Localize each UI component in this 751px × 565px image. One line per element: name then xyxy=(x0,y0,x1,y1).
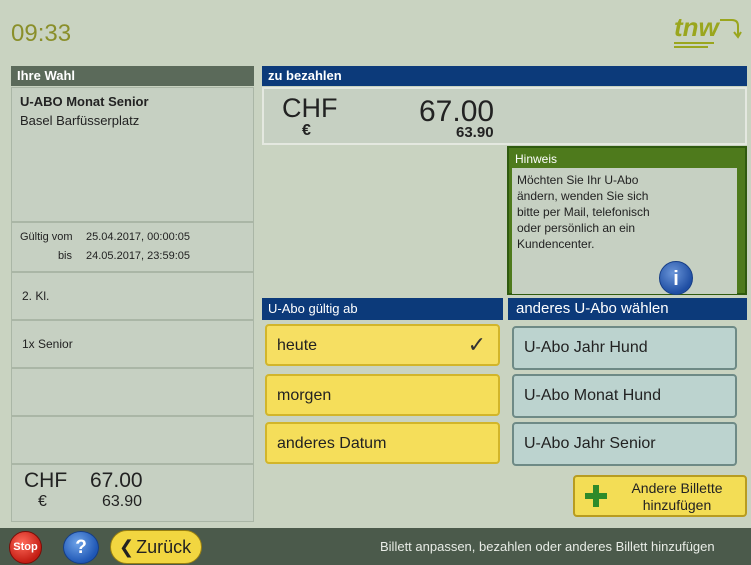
clock-time: 09:33 xyxy=(11,20,72,47)
chevron-left-icon: ❮ xyxy=(119,536,135,557)
total-eur-value: 63.90 xyxy=(102,493,143,510)
payment-chf-label: CHF xyxy=(282,93,338,123)
hint-body: Möchten Sie Ihr U-Abo ändern, wenden Sie… xyxy=(512,168,737,295)
svg-text:tnw: tnw xyxy=(674,12,721,42)
abo-jahr-hund-label: U-Abo Jahr Hund xyxy=(524,339,648,356)
valid-from-other-date-label: anderes Datum xyxy=(277,435,387,452)
valid-from-section-title: U-Abo gültig ab xyxy=(262,298,503,320)
hint-title: Hinweis xyxy=(515,152,558,166)
total-eur-label: € xyxy=(38,493,47,510)
total-chf-value: 67.00 xyxy=(90,469,143,492)
payment-title: zu bezahlen xyxy=(262,66,747,86)
payment-eur-value: 63.90 xyxy=(456,124,494,141)
valid-from-label: Gültig vom xyxy=(20,231,73,243)
valid-to-label: bis xyxy=(57,250,72,262)
selection-empty-row xyxy=(11,416,254,464)
abo-jahr-senior-button[interactable]: U-Abo Jahr Senior xyxy=(512,422,737,466)
valid-from-tomorrow-label: morgen xyxy=(277,387,332,404)
valid-from-value: 25.04.2017, 00:00:05 xyxy=(86,231,190,243)
valid-from-other-date-button[interactable]: anderes Datum xyxy=(265,422,500,464)
selection-passengers: 1x Senior xyxy=(11,320,254,368)
abo-jahr-senior-label: U-Abo Jahr Senior xyxy=(524,435,656,452)
back-button[interactable]: ❮ Zurück xyxy=(110,530,202,564)
help-button[interactable]: ? xyxy=(63,531,99,564)
selection-total: CHF 67.00 € 63.90 xyxy=(11,464,254,522)
add-other-tickets-label: Andere Billette hinzufügen xyxy=(631,480,723,513)
product-name: U-ABO Monat Senior xyxy=(20,94,149,109)
selection-class: 2. Kl. xyxy=(11,272,254,320)
bottom-bar: Stop ? ❮ Zurück Billett anpassen, bezahl… xyxy=(0,528,751,565)
header: 09:33 tnw xyxy=(0,0,751,62)
back-button-label: Zurück xyxy=(136,536,192,557)
valid-to-value: 24.05.2017, 23:59:05 xyxy=(86,250,190,262)
selection-product-box: U-ABO Monat Senior Basel Barfüsserplatz xyxy=(11,87,254,222)
valid-from-today-button[interactable]: heute ✓ xyxy=(265,324,500,366)
plus-icon xyxy=(585,485,607,507)
info-icon[interactable]: i xyxy=(659,261,693,295)
valid-from-today-label: heute xyxy=(277,337,318,354)
stop-button[interactable]: Stop xyxy=(9,531,42,564)
abo-monat-hund-button[interactable]: U-Abo Monat Hund xyxy=(512,374,737,418)
abo-monat-hund-label: U-Abo Monat Hund xyxy=(524,387,661,404)
check-icon: ✓ xyxy=(467,332,486,357)
tnw-logo: tnw xyxy=(674,12,742,48)
product-place: Basel Barfüsserplatz xyxy=(20,113,140,128)
payment-eur-label: € xyxy=(302,122,311,139)
total-chf-label: CHF xyxy=(24,469,68,492)
payment-amount-box: CHF € 67.00 63.90 xyxy=(262,87,747,145)
selection-empty-row xyxy=(11,368,254,416)
valid-from-tomorrow-button[interactable]: morgen xyxy=(265,374,500,416)
selection-validity-box: Gültig vom 25.04.2017, 00:00:05 bis 24.0… xyxy=(11,222,254,272)
hint-panel: Hinweis Möchten Sie Ihr U-Abo ändern, we… xyxy=(507,146,747,295)
selection-title: Ihre Wahl xyxy=(11,66,254,86)
abo-jahr-hund-button[interactable]: U-Abo Jahr Hund xyxy=(512,326,737,370)
other-abo-section-title: anderes U-Abo wählen xyxy=(508,298,747,320)
status-text: Billett anpassen, bezahlen oder anderes … xyxy=(380,539,715,554)
add-other-tickets-button[interactable]: Andere Billette hinzufügen xyxy=(573,475,747,517)
hint-text: Möchten Sie Ihr U-Abo ändern, wenden Sie… xyxy=(517,173,650,251)
